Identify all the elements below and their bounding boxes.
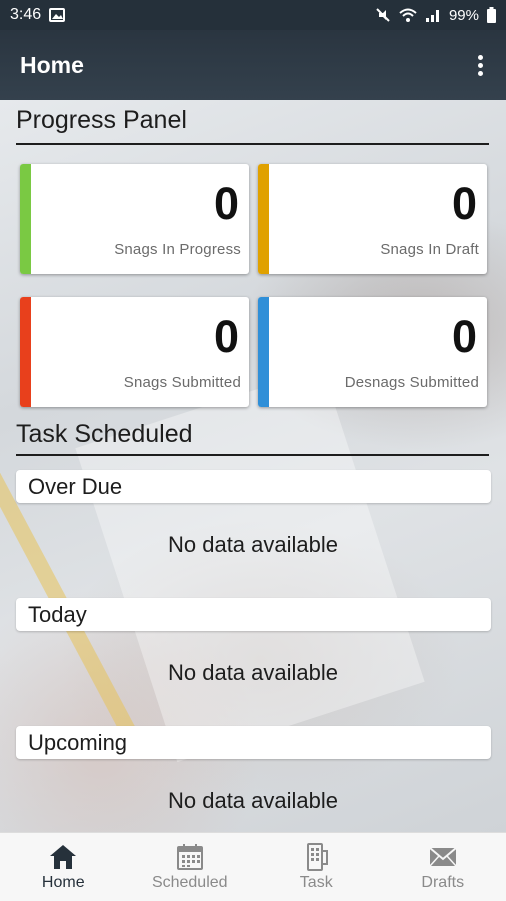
card-color-bar: [20, 164, 31, 274]
card-color-bar: [258, 164, 269, 274]
card-color-bar: [258, 297, 269, 407]
calendar-icon: [175, 842, 205, 872]
progress-panel-divider: [16, 143, 489, 145]
card-label: Snags In Progress: [114, 241, 241, 258]
card-label: Snags Submitted: [124, 374, 241, 391]
home-icon: [48, 842, 78, 872]
upcoming-header[interactable]: Upcoming: [16, 726, 491, 759]
envelope-icon: [428, 842, 458, 872]
upcoming-empty-text: No data available: [0, 788, 506, 814]
nav-home[interactable]: Home: [0, 833, 127, 901]
card-value: 0: [452, 311, 477, 363]
nav-home-label: Home: [42, 874, 85, 892]
signal-icon: [425, 8, 441, 22]
image-notification-icon: [49, 8, 65, 22]
today-header[interactable]: Today: [16, 598, 491, 631]
home-content[interactable]: Progress Panel 0 Snags In Progress 0 Sna…: [0, 100, 506, 832]
status-bar: 3:46 99%: [0, 0, 506, 30]
nav-task-label: Task: [300, 874, 333, 892]
nav-scheduled-label: Scheduled: [152, 874, 228, 892]
wifi-icon: [399, 8, 417, 22]
nav-drafts[interactable]: Drafts: [380, 833, 506, 901]
card-label: Desnags Submitted: [345, 374, 479, 391]
card-value: 0: [214, 311, 239, 363]
card-label: Snags In Draft: [380, 241, 479, 258]
bottom-navigation: Home Scheduled Task Drafts: [0, 832, 506, 901]
task-icon: [301, 842, 331, 872]
progress-panel-title: Progress Panel: [16, 106, 187, 135]
mute-icon: [375, 7, 391, 23]
today-empty-text: No data available: [0, 660, 506, 686]
card-color-bar: [20, 297, 31, 407]
card-value: 0: [214, 178, 239, 230]
nav-task[interactable]: Task: [253, 833, 380, 901]
task-scheduled-divider: [16, 454, 489, 456]
desnags-submitted-card[interactable]: 0 Desnags Submitted: [258, 297, 487, 407]
snags-submitted-card[interactable]: 0 Snags Submitted: [20, 297, 249, 407]
card-value: 0: [452, 178, 477, 230]
overdue-empty-text: No data available: [0, 532, 506, 558]
overflow-menu-icon[interactable]: [474, 55, 486, 76]
nav-drafts-label: Drafts: [421, 874, 464, 892]
nav-scheduled[interactable]: Scheduled: [127, 833, 254, 901]
overdue-header[interactable]: Over Due: [16, 470, 491, 503]
battery-icon: [487, 7, 496, 23]
snags-in-draft-card[interactable]: 0 Snags In Draft: [258, 164, 487, 274]
task-scheduled-title: Task Scheduled: [16, 420, 193, 449]
app-bar: Home: [0, 30, 506, 100]
page-title: Home: [20, 52, 84, 79]
snags-in-progress-card[interactable]: 0 Snags In Progress: [20, 164, 249, 274]
battery-percentage: 99%: [449, 7, 479, 24]
status-time: 3:46: [10, 6, 41, 24]
